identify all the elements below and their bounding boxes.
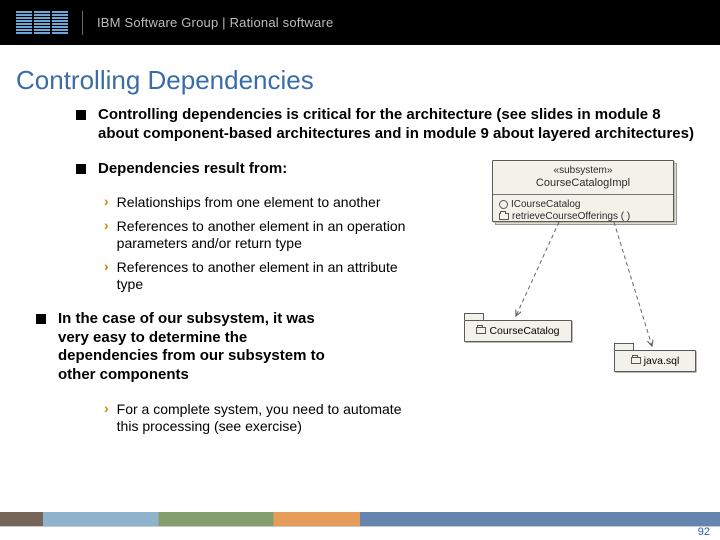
interface-icon xyxy=(499,200,508,209)
uml-operation: ICourseCatalog xyxy=(511,199,580,211)
arrow-bullet-icon: › xyxy=(104,218,109,253)
bullet-level2: › For a complete system, you need to aut… xyxy=(104,401,446,436)
page-title: Controlling Dependencies xyxy=(0,45,720,96)
folder-icon xyxy=(631,357,641,364)
bullet-level2: › Relationships from one element to anot… xyxy=(104,194,446,212)
bullet-level1: Controlling dependencies is critical for… xyxy=(76,106,696,144)
uml-package-javasql: java.sql xyxy=(614,350,696,372)
arrow-bullet-icon: › xyxy=(104,401,109,436)
package-icon xyxy=(499,213,509,220)
bullet-text: In the case of our subsystem, it was ver… xyxy=(58,310,338,385)
bullet-level2: › References to another element in an op… xyxy=(104,218,446,253)
uml-package-label: CourseCatalog xyxy=(489,321,559,341)
square-bullet-icon xyxy=(76,164,86,174)
footer-decoration xyxy=(0,512,720,526)
breadcrumb: IBM Software Group | Rational software xyxy=(97,15,333,30)
uml-package-label: java.sql xyxy=(644,351,680,371)
bullet-text: References to another element in an oper… xyxy=(117,218,417,253)
bullet-level1: Dependencies result from: xyxy=(76,160,446,179)
bullet-level2: › References to another element in an at… xyxy=(104,259,446,294)
arrow-bullet-icon: › xyxy=(104,194,109,212)
folder-icon xyxy=(476,327,486,334)
square-bullet-icon xyxy=(36,314,46,324)
arrow-bullet-icon: › xyxy=(104,259,109,294)
bullet-text: For a complete system, you need to autom… xyxy=(117,401,417,436)
footer: 92 xyxy=(0,508,720,540)
content-area: Controlling dependencies is critical for… xyxy=(76,106,696,442)
uml-package-coursecatalog: CourseCatalog xyxy=(464,320,572,342)
uml-stereotype: «subsystem» xyxy=(499,165,667,177)
uml-operation: retrieveCourseOfferings ( ) xyxy=(512,211,630,223)
page-number: 92 xyxy=(698,526,710,538)
bullet-text: Controlling dependencies is critical for… xyxy=(98,106,696,144)
bullet-level1: In the case of our subsystem, it was ver… xyxy=(36,310,446,385)
uml-diagram: «subsystem» CourseCatalogImpl ICourseCat… xyxy=(464,160,696,390)
uml-subsystem-box: «subsystem» CourseCatalogImpl ICourseCat… xyxy=(492,160,674,222)
bullet-text: Relationships from one element to anothe… xyxy=(117,194,381,212)
divider xyxy=(82,11,83,35)
ibm-logo xyxy=(16,11,68,34)
square-bullet-icon xyxy=(76,110,86,120)
top-bar: IBM Software Group | Rational software xyxy=(0,0,720,45)
footer-rule xyxy=(0,526,720,527)
bullet-text: Dependencies result from: xyxy=(98,160,287,179)
bullet-text: References to another element in an attr… xyxy=(117,259,417,294)
uml-class-name: CourseCatalogImpl xyxy=(499,177,667,190)
